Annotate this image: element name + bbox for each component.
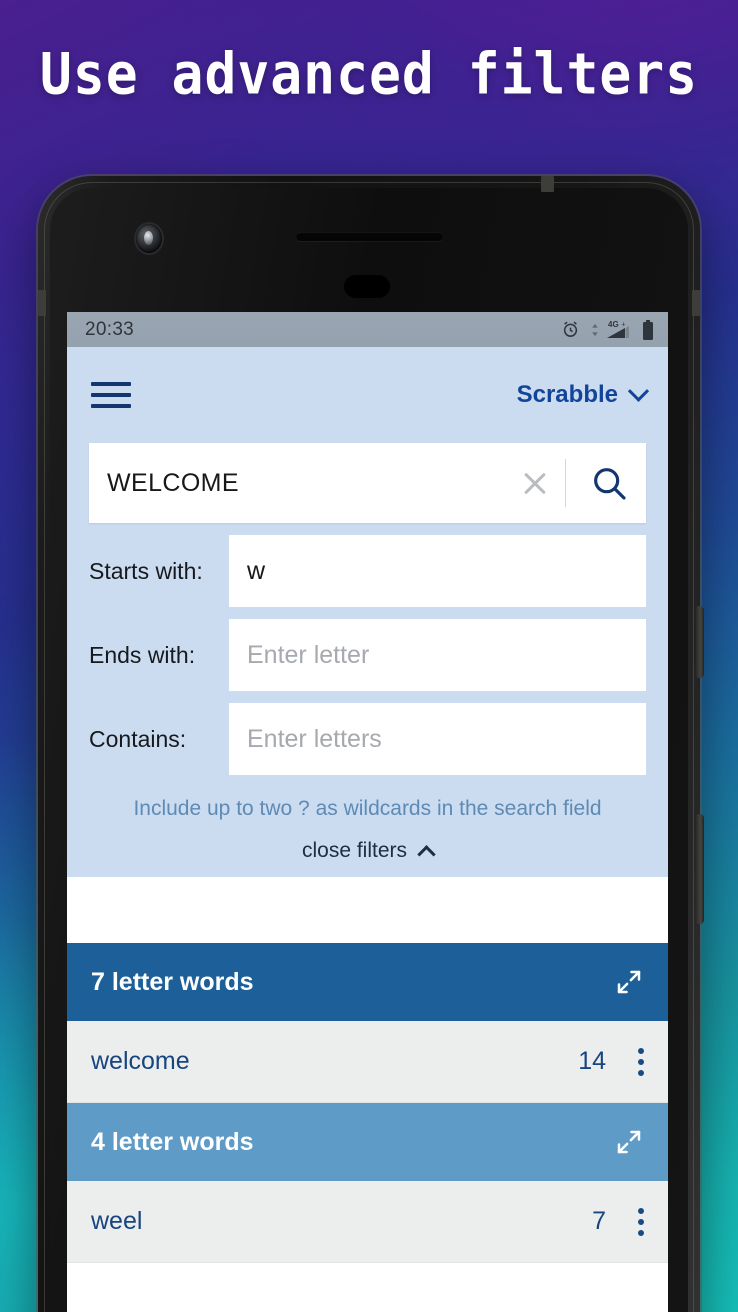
collapse-arrows-icon[interactable] <box>614 1127 644 1157</box>
section-header-4-letter-words[interactable]: 4 letter words <box>67 1103 668 1181</box>
search-bar-wrapper: WELCOME <box>67 443 668 523</box>
search-bar[interactable]: WELCOME <box>89 443 646 523</box>
contains-input[interactable]: Enter letters <box>229 703 646 775</box>
front-camera-lens <box>136 224 162 253</box>
kebab-dot <box>638 1229 644 1236</box>
filter-label: Ends with: <box>89 641 196 668</box>
section-title: 4 letter words <box>91 1127 254 1156</box>
wildcard-hint: Include up to two ? as wildcards in the … <box>133 797 602 820</box>
search-icon[interactable] <box>582 456 636 510</box>
section-title: 7 letter words <box>91 967 254 996</box>
section-header-7-letter-words[interactable]: 7 letter words <box>67 943 668 1021</box>
kebab-dot <box>638 1069 644 1076</box>
power-button[interactable] <box>696 606 704 678</box>
status-bar-clock: 20:33 <box>85 318 135 340</box>
ends-with-input[interactable]: Enter letter <box>229 619 646 691</box>
dictionary-selector[interactable]: Scrabble <box>516 380 650 409</box>
filters-panel: WELCOME Starts with: w Ends with: Enter … <box>67 443 668 877</box>
table-row[interactable]: welcome 14 <box>67 1021 668 1103</box>
kebab-dot <box>638 1207 644 1214</box>
app-bar: Scrabble <box>67 347 668 443</box>
kebab-dot <box>638 1218 644 1225</box>
search-input[interactable]: WELCOME <box>107 469 517 498</box>
more-vertical-icon[interactable] <box>638 1207 646 1236</box>
hamburger-menu-icon[interactable] <box>91 382 131 408</box>
svg-text:+: + <box>622 322 626 329</box>
promo-headline: Use advanced filters <box>39 41 699 108</box>
table-row[interactable]: weel 7 <box>67 1181 668 1263</box>
alarm-icon <box>561 320 580 339</box>
hamburger-bar <box>91 404 131 408</box>
filter-row-ends-with: Ends with: Enter letter <box>67 619 668 691</box>
antenna-band-right <box>692 290 700 316</box>
close-filters-button[interactable]: close filters <box>67 839 668 864</box>
word-score: 14 <box>578 1047 606 1075</box>
dictionary-label: Scrabble <box>516 381 618 408</box>
antenna-band-left <box>38 290 46 316</box>
word-label: welcome <box>91 1047 190 1075</box>
collapse-arrows-icon[interactable] <box>614 967 644 997</box>
status-bar: 20:33 4G + <box>67 312 668 347</box>
filter-row-starts-with: Starts with: w <box>67 535 668 607</box>
hamburger-bar <box>91 382 131 386</box>
more-vertical-icon[interactable] <box>638 1047 646 1076</box>
promo-screenshot: Use advanced filters 20:33 4G + Scrabble… <box>0 0 738 1312</box>
word-score: 7 <box>592 1207 606 1235</box>
earpiece-speaker <box>296 232 443 241</box>
phone-screen: 20:33 4G + Scrabble WELCOME Starts with:… <box>67 312 668 1312</box>
volume-rocker-button[interactable] <box>696 814 704 924</box>
filter-row-contains: Contains: Enter letters <box>67 703 668 775</box>
starts-with-input[interactable]: w <box>229 535 646 607</box>
filter-label: Starts with: <box>89 557 203 584</box>
close-filters-label: close filters <box>301 839 408 862</box>
word-label: weel <box>91 1207 143 1235</box>
search-divider <box>565 459 566 507</box>
close-icon[interactable] <box>517 465 553 501</box>
results-list: 7 letter words welcome 14 4 letter words… <box>67 943 668 1263</box>
filter-label: Contains: <box>89 725 187 752</box>
proximity-sensor <box>344 275 390 298</box>
phone-device: 20:33 4G + Scrabble WELCOME Starts with:… <box>38 176 704 1312</box>
status-bar-icons: 4G + <box>561 319 654 340</box>
kebab-dot <box>638 1047 644 1054</box>
ad-placeholder <box>67 877 668 943</box>
kebab-dot <box>638 1058 644 1065</box>
battery-icon <box>642 319 654 340</box>
svg-text:4G: 4G <box>608 320 619 329</box>
chevron-down-icon <box>627 380 650 402</box>
hamburger-bar <box>91 393 131 397</box>
signal-4g-icon: 4G + <box>591 319 631 340</box>
antenna-band-top <box>541 176 554 192</box>
chevron-up-icon <box>417 844 436 864</box>
